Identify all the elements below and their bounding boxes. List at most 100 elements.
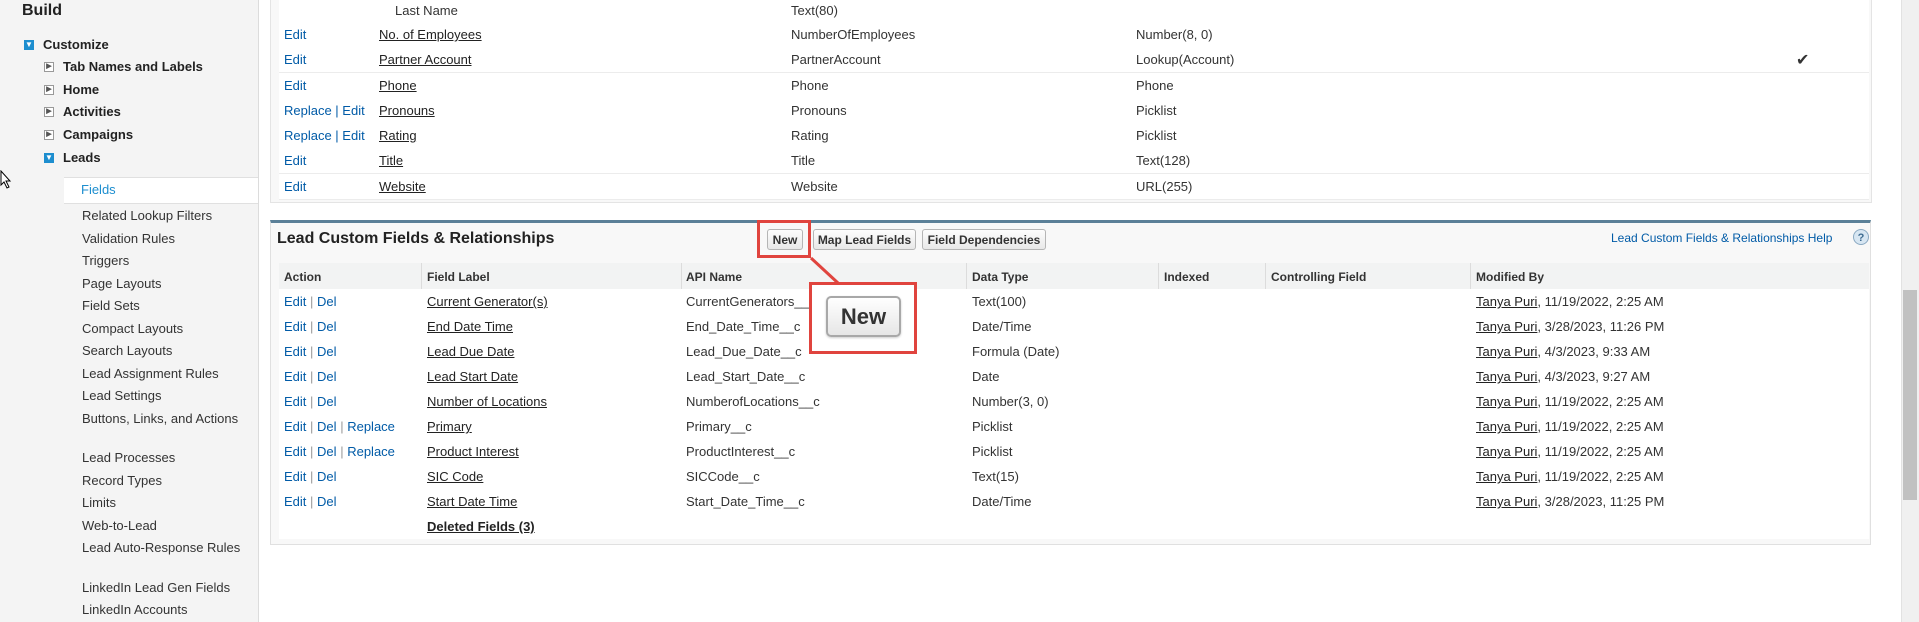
edit-link[interactable]: Edit xyxy=(284,369,306,384)
replace-edit-links[interactable]: Replace | Edit xyxy=(284,103,365,118)
modified-date: , 11/19/2022, 2:25 AM xyxy=(1537,444,1664,459)
expand-icon[interactable]: ▶ xyxy=(44,84,54,95)
user-link[interactable]: Tanya Puri xyxy=(1476,319,1537,334)
edit-link[interactable]: Edit xyxy=(284,319,306,334)
edit-link[interactable]: Edit xyxy=(284,344,306,359)
user-link[interactable]: Tanya Puri xyxy=(1476,294,1537,309)
sidebar-subitem-lead-auto-response-rules[interactable]: Lead Auto-Response Rules xyxy=(82,540,242,556)
field-label-link[interactable]: Primary xyxy=(427,419,472,434)
api-name: ProductInterest__c xyxy=(686,444,796,459)
sidebar-subitem-linkedin-lead-gen-fields[interactable]: LinkedIn Lead Gen Fields xyxy=(82,580,242,596)
sidebar-title: Build xyxy=(22,2,62,19)
edit-link[interactable]: Edit xyxy=(284,52,306,67)
edit-link[interactable]: Edit xyxy=(284,294,306,309)
sidebar-subitem-record-types[interactable]: Record Types xyxy=(82,473,242,489)
field-label-link[interactable]: Lead Due Date xyxy=(427,344,514,359)
sidebar-subitem-limits[interactable]: Limits xyxy=(82,495,242,511)
expand-icon[interactable]: ▶ xyxy=(44,106,54,117)
data-type: Text(15) xyxy=(972,469,1019,484)
sidebar-subitem-lead-assignment-rules[interactable]: Lead Assignment Rules xyxy=(82,366,242,382)
sidebar-subitem-related-lookup-filters[interactable]: Related Lookup Filters xyxy=(82,208,242,224)
edit-link[interactable]: Edit xyxy=(284,78,306,93)
edit-link[interactable]: Edit xyxy=(284,153,306,168)
replace-edit-links[interactable]: Replace | Edit xyxy=(284,128,365,143)
expand-icon[interactable]: ▶ xyxy=(44,61,54,72)
sidebar-item-home[interactable]: ▶ Home xyxy=(44,82,99,97)
edit-link[interactable]: Edit xyxy=(284,444,306,459)
replace-link[interactable]: Replace xyxy=(347,419,395,434)
field-label-link[interactable]: Product Interest xyxy=(427,444,519,459)
table-row: Edit | Del | Replace Product Interest Pr… xyxy=(279,439,1869,465)
edit-link[interactable]: Edit xyxy=(284,179,306,194)
field-dependencies-button[interactable]: Field Dependencies xyxy=(922,229,1046,250)
delete-link[interactable]: Del xyxy=(317,469,337,484)
collapse-icon[interactable]: ▼ xyxy=(44,152,54,163)
field-label-link[interactable]: No. of Employees xyxy=(379,27,482,42)
delete-link[interactable]: Del xyxy=(317,444,337,459)
field-label-link[interactable]: End Date Time xyxy=(427,319,513,334)
user-link[interactable]: Tanya Puri xyxy=(1476,444,1537,459)
sidebar-subitem-page-layouts[interactable]: Page Layouts xyxy=(82,276,242,292)
scrollbar-thumb[interactable] xyxy=(1903,290,1917,500)
edit-link[interactable]: Edit xyxy=(284,419,306,434)
sidebar-subitem-triggers[interactable]: Triggers xyxy=(82,253,242,269)
field-label-link[interactable]: Phone xyxy=(379,78,417,93)
sidebar-item-tab-names[interactable]: ▶ Tab Names and Labels xyxy=(44,59,203,74)
expand-icon[interactable]: ▶ xyxy=(44,129,54,140)
map-lead-fields-button[interactable]: Map Lead Fields xyxy=(813,229,916,250)
delete-link[interactable]: Del xyxy=(317,369,337,384)
sidebar-subitem-field-sets[interactable]: Field Sets xyxy=(82,298,242,314)
sidebar-subitem-fields[interactable]: Fields xyxy=(64,177,258,204)
data-type: Text(128) xyxy=(1136,153,1191,168)
field-label-link[interactable]: SIC Code xyxy=(427,469,483,484)
sidebar-subitem-lead-processes[interactable]: Lead Processes xyxy=(82,450,242,466)
user-link[interactable]: Tanya Puri xyxy=(1476,369,1537,384)
field-label-link[interactable]: Start Date Time xyxy=(427,494,517,509)
field-label-link[interactable]: Number of Locations xyxy=(427,394,547,409)
user-link[interactable]: Tanya Puri xyxy=(1476,344,1537,359)
deleted-fields-link[interactable]: Deleted Fields (3) xyxy=(427,519,535,534)
delete-link[interactable]: Del xyxy=(317,494,337,509)
user-link[interactable]: Tanya Puri xyxy=(1476,494,1537,509)
delete-link[interactable]: Del xyxy=(317,319,337,334)
sidebar-subitem-validation-rules[interactable]: Validation Rules xyxy=(82,231,242,247)
field-label-link[interactable]: Pronouns xyxy=(379,103,435,118)
field-label-link[interactable]: Partner Account xyxy=(379,52,472,67)
edit-link[interactable]: Edit xyxy=(284,469,306,484)
help-link[interactable]: Lead Custom Fields & Relationships Help xyxy=(1611,231,1832,245)
user-link[interactable]: Tanya Puri xyxy=(1476,419,1537,434)
table-row: Edit Website Website URL(255) xyxy=(279,174,1869,200)
sidebar-item-leads[interactable]: ▼ Leads xyxy=(44,150,101,165)
delete-link[interactable]: Del xyxy=(317,419,337,434)
delete-link[interactable]: Del xyxy=(317,344,337,359)
api-name: Lead_Start_Date__c xyxy=(686,369,806,384)
sidebar-subitem-linkedin-accounts[interactable]: LinkedIn Accounts xyxy=(82,602,242,618)
sidebar-item-label: Leads xyxy=(63,150,101,165)
field-label-link[interactable]: Rating xyxy=(379,128,417,143)
delete-link[interactable]: Del xyxy=(317,294,337,309)
sidebar-subitem-compact-layouts[interactable]: Compact Layouts xyxy=(82,321,242,337)
sidebar-item-customize[interactable]: ▼ Customize xyxy=(24,37,109,52)
sidebar-item-activities[interactable]: ▶ Activities xyxy=(44,104,121,119)
sidebar-item-campaigns[interactable]: ▶ Campaigns xyxy=(44,127,133,142)
field-label-link[interactable]: Website xyxy=(379,179,426,194)
replace-link[interactable]: Replace xyxy=(347,444,395,459)
field-label-link[interactable]: Lead Start Date xyxy=(427,369,518,384)
edit-link[interactable]: Edit xyxy=(284,394,306,409)
data-type: Text(100) xyxy=(972,294,1027,309)
user-link[interactable]: Tanya Puri xyxy=(1476,394,1537,409)
field-label-link[interactable]: Title xyxy=(379,153,403,168)
sidebar-subitem-lead-settings[interactable]: Lead Settings xyxy=(82,388,242,404)
api-name: Title xyxy=(791,153,816,168)
api-name: Lead_Due_Date__c xyxy=(686,344,802,359)
collapse-icon[interactable]: ▼ xyxy=(24,39,34,50)
sidebar-subitem-search-layouts[interactable]: Search Layouts xyxy=(82,343,242,359)
user-link[interactable]: Tanya Puri xyxy=(1476,469,1537,484)
field-label-link[interactable]: Current Generator(s) xyxy=(427,294,548,309)
help-icon[interactable]: ? xyxy=(1853,229,1869,245)
edit-link[interactable]: Edit xyxy=(284,27,306,42)
delete-link[interactable]: Del xyxy=(317,394,337,409)
edit-link[interactable]: Edit xyxy=(284,494,306,509)
sidebar-subitem-web-to-lead[interactable]: Web-to-Lead xyxy=(82,518,242,534)
sidebar-subitem-buttons-links-actions[interactable]: Buttons, Links, and Actions xyxy=(82,411,242,427)
